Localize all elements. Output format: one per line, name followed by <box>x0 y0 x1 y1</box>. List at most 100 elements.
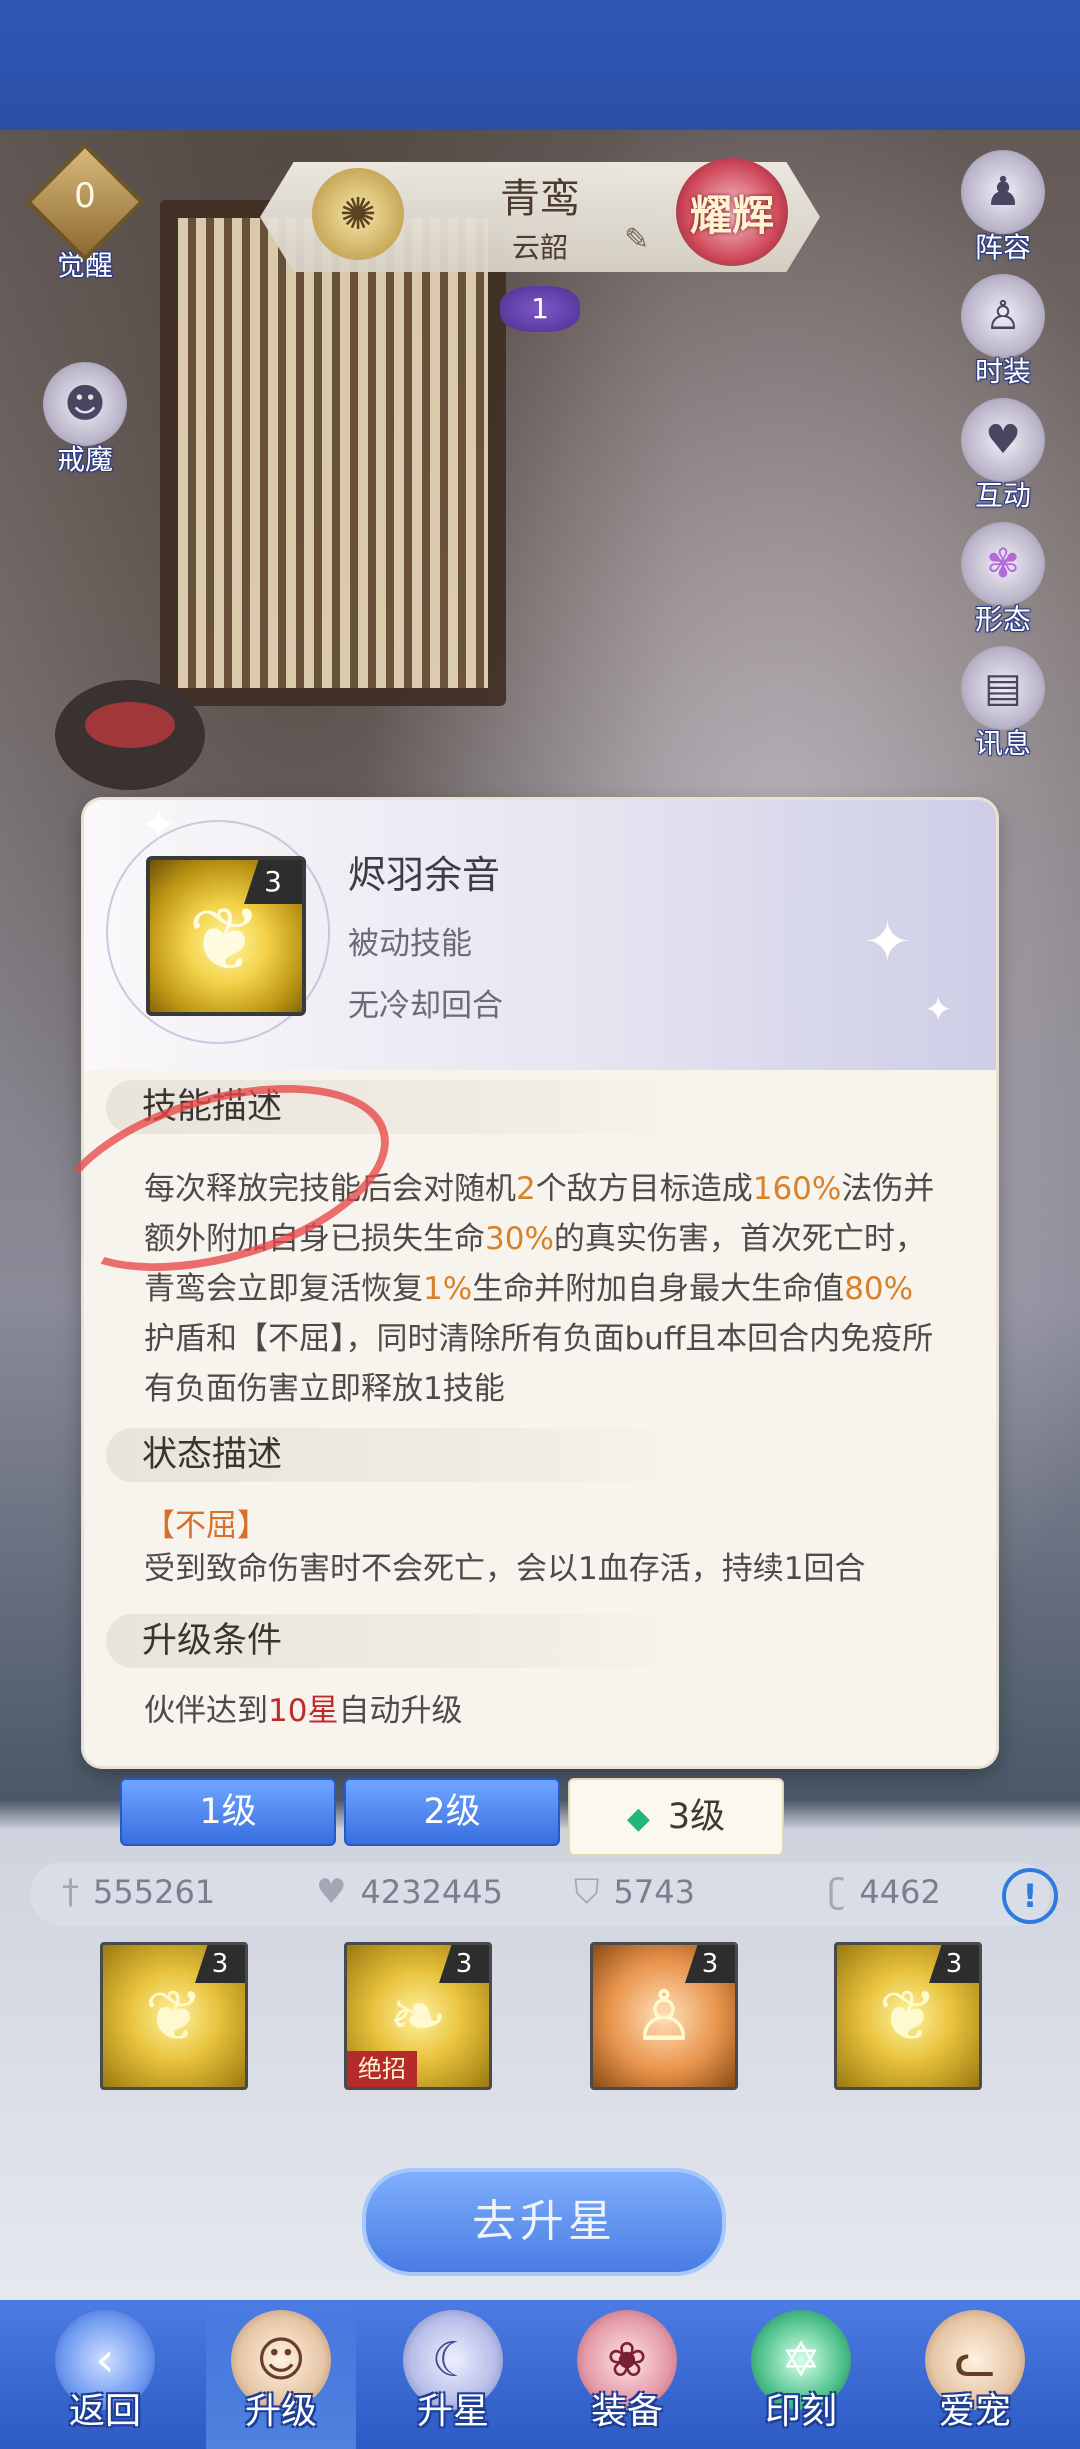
skill-slot-level: 3 <box>195 1945 245 1983</box>
defense-stat: ⛉ 5743 <box>574 1872 695 1912</box>
skill-name: 烬羽余音 <box>348 853 501 897</box>
figure-icon: ♙ <box>632 1975 696 2057</box>
hero-name: 青鸾 <box>500 176 580 222</box>
lineup-label: 阵容 <box>974 231 1031 264</box>
attack-value: 555261 <box>93 1873 216 1911</box>
speed-stat: ʗ 4462 <box>828 1872 941 1912</box>
level-tab-1[interactable]: 1级 <box>120 1778 336 1846</box>
skill-icon: ❦ 3 <box>146 856 306 1016</box>
skill-slot-4[interactable]: ❦ 3 <box>834 1942 982 2090</box>
popup-header: ❦ 3 烬羽余音 被动技能 无冷却回合 ✦ ✦ ✦ <box>84 800 996 1070</box>
sparkle-icon: ✦ <box>924 990 953 1030</box>
skill-slot-3[interactable]: ♙ 3 <box>590 1942 738 2090</box>
chess-piece-icon: ♟ <box>961 150 1045 234</box>
phoenix-icon: ❦ <box>144 1975 204 2057</box>
nav-equipment[interactable]: ❀ 装备 <box>552 2300 702 2449</box>
description-highlight: 2 <box>516 1171 536 1207</box>
form-button[interactable]: ✾ 形态 <box>948 522 1058 638</box>
interact-button[interactable]: ♥ 互动 <box>948 398 1058 514</box>
butterfly-icon: ❦ <box>188 888 262 991</box>
description-highlight: 160% <box>752 1171 842 1207</box>
level-tab-3[interactable]: ◆ 3级 <box>568 1778 784 1856</box>
nav-imprint[interactable]: ✡ 印刻 <box>726 2300 876 2449</box>
element-gear-icon[interactable]: ✺ <box>312 168 404 260</box>
nav-imprint-label: 印刻 <box>764 2391 837 2432</box>
nav-levelup-label: 升级 <box>244 2391 317 2432</box>
sword-icon: † <box>62 1872 79 1912</box>
skill-detail-popup: ❦ 3 烬羽余音 被动技能 无冷却回合 ✦ ✦ ✦ 技能描述 每次释放完技能后会… <box>84 800 996 1766</box>
nav-levelup[interactable]: ☺ 升级 <box>206 2300 356 2449</box>
exorcise-button[interactable]: ☻ 戒魔 <box>30 362 140 478</box>
level-tab-3-label: 3级 <box>667 1797 726 1837</box>
description-text: 护盾和【不屈】，同时清除所有负面buff且本回合内免疫所有负面伤害立即释放1技能 <box>144 1321 934 1407</box>
message-button[interactable]: ▤ 讯息 <box>948 646 1058 762</box>
info-icon[interactable]: ! <box>1002 1868 1058 1924</box>
skill-slot-1[interactable]: ❦ 3 <box>100 1942 248 2090</box>
lantern-decoration <box>160 200 506 706</box>
interact-label: 互动 <box>974 479 1031 512</box>
wings-icon: ❧ <box>388 1975 448 2057</box>
skill-type: 被动技能 <box>348 926 472 962</box>
skill-slot-2[interactable]: ❧ 3 绝招 <box>344 1942 492 2090</box>
boot-icon: ʗ <box>828 1872 846 1912</box>
attack-stat: † 555261 <box>62 1872 215 1912</box>
message-label: 讯息 <box>974 727 1031 760</box>
butterfly-icon: ✾ <box>961 522 1045 606</box>
awaken-button[interactable]: 0 觉醒 <box>25 142 145 284</box>
description-highlight: 1% <box>423 1271 473 1307</box>
nav-back-label: 返回 <box>68 2391 141 2432</box>
lineup-button[interactable]: ♟ 阵容 <box>948 150 1058 266</box>
awaken-count: 0 <box>74 176 96 216</box>
nav-upstar[interactable]: ☾ 升星 <box>378 2300 528 2449</box>
defense-value: 5743 <box>613 1873 695 1911</box>
heart-icon: ♥ <box>316 1872 347 1912</box>
doll-icon: ☻ <box>43 362 127 446</box>
speed-value: 4462 <box>859 1873 941 1911</box>
edit-name-icon[interactable]: ✎ <box>624 222 664 258</box>
go-upstar-button[interactable]: 去升星 <box>362 2168 726 2276</box>
hp-value: 4232445 <box>360 1873 503 1911</box>
nav-equipment-label: 装备 <box>590 2391 663 2432</box>
level-tab-2[interactable]: 2级 <box>344 1778 560 1846</box>
rank-badge: 耀辉 <box>676 158 788 266</box>
hp-stat: ♥ 4232445 <box>316 1872 503 1912</box>
ultimate-tag: 绝招 <box>347 2051 417 2087</box>
description-highlight: 80% <box>844 1271 914 1307</box>
star-level-badge: 1 <box>500 286 580 332</box>
sparkle-icon: ✦ <box>864 910 911 975</box>
exorcise-label: 戒魔 <box>56 443 113 476</box>
status-description-text: 受到致命伤害时不会死亡，会以1血存活，持续1回合 <box>144 1551 866 1587</box>
shield-icon: ⛉ <box>574 1872 600 1912</box>
outfit-icon: ♙ <box>961 274 1045 358</box>
nav-back[interactable]: ‹ 返回 <box>30 2300 180 2449</box>
nav-pet-label: 爱宠 <box>938 2391 1011 2432</box>
status-name: 【不屈】 <box>144 1508 268 1544</box>
skill-level-badge: 3 <box>244 860 302 904</box>
gem-icon: ◆ <box>626 1801 650 1836</box>
upgrade-text-highlight: 10星 <box>268 1693 339 1729</box>
nav-upstar-label: 升星 <box>416 2391 489 2432</box>
skill-cooldown: 无冷却回合 <box>348 988 503 1024</box>
hero-subtitle: 云韶 <box>511 231 568 264</box>
upgrade-condition-title: 升级条件 <box>106 1614 702 1668</box>
status-bar <box>0 0 1080 130</box>
outfit-button[interactable]: ♙ 时装 <box>948 274 1058 390</box>
upgrade-text-post: 自动升级 <box>338 1693 463 1729</box>
book-icon: ▤ <box>961 646 1045 730</box>
skill-slot-level: 3 <box>685 1945 735 1983</box>
skill-slot-level: 3 <box>439 1945 489 1983</box>
sparkle-icon: ✦ <box>140 800 177 851</box>
description-text: 个敌方目标造成 <box>535 1171 753 1207</box>
description-highlight: 30% <box>485 1221 554 1257</box>
upgrade-text-pre: 伙伴达到 <box>144 1693 268 1729</box>
form-label: 形态 <box>974 603 1031 636</box>
butterfly-icon: ❦ <box>878 1975 938 2057</box>
description-text: 生命并附加自身最大生命值 <box>472 1271 845 1307</box>
heart-icon: ♥ <box>961 398 1045 482</box>
nav-pet[interactable]: ᓚ 爱宠 <box>900 2300 1050 2449</box>
ink-bowl-decoration <box>55 680 205 790</box>
skill-slot-level: 3 <box>929 1945 979 1983</box>
status-description-title: 状态描述 <box>106 1428 702 1482</box>
upgrade-condition-text: 伙伴达到10星自动升级 <box>144 1686 944 1736</box>
outfit-label: 时装 <box>974 355 1031 388</box>
